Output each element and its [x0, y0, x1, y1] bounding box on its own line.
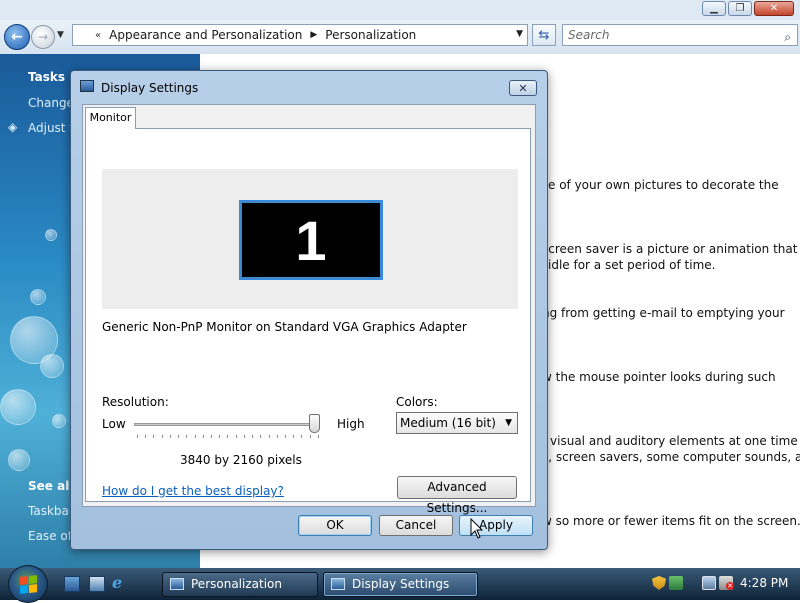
- minimize-button[interactable]: ▁: [702, 1, 726, 16]
- internet-explorer-icon[interactable]: e: [112, 573, 128, 592]
- taskbar: e Personalization Display Settings ✕ 4:2…: [0, 565, 800, 603]
- taskbar-button-label: Display Settings: [352, 577, 450, 591]
- switch-windows-icon[interactable]: [89, 576, 105, 592]
- notification-area: ✕ 4:28 PM: [646, 568, 800, 600]
- advanced-settings-button[interactable]: Advanced Settings...: [397, 476, 517, 515]
- dialog-close-button[interactable]: ✕: [509, 80, 537, 96]
- address-chevron-icon[interactable]: «: [95, 30, 101, 41]
- see-also-taskbar-link[interactable]: Taskbar: [28, 504, 74, 518]
- close-button[interactable]: ✕: [754, 1, 794, 16]
- refresh-icon[interactable]: ⇆: [532, 24, 556, 46]
- personalization-icon: [170, 578, 184, 590]
- breadcrumb-appearance[interactable]: Appearance and Personalization: [109, 28, 302, 42]
- cancel-button[interactable]: Cancel: [379, 515, 453, 536]
- colors-dropdown[interactable]: Medium (16 bit) ▼: [396, 412, 518, 434]
- task-link-adjust[interactable]: Adjust f: [28, 121, 74, 135]
- resolution-value: 3840 by 2160 pixels: [180, 453, 302, 467]
- content-text: w so more or fewer items fit on the scre…: [542, 514, 800, 528]
- window-controls: ▁ ❐ ✕: [702, 1, 794, 16]
- bubble-decoration: [0, 389, 36, 425]
- search-icon[interactable]: ⌕: [784, 27, 791, 47]
- chevron-down-icon: ▼: [505, 418, 512, 428]
- windows-logo-icon: [19, 574, 37, 594]
- bubble-decoration: [8, 449, 30, 471]
- content-text: f visual and auditory elements at one ti…: [542, 434, 798, 448]
- bubble-decoration: [30, 289, 46, 305]
- see-also-ease-link[interactable]: Ease of: [28, 529, 72, 543]
- display-settings-icon: [80, 80, 94, 92]
- shield-icon: ◈: [8, 120, 18, 134]
- mouse-cursor-icon: [470, 518, 484, 539]
- dialog-title: Display Settings: [101, 81, 199, 95]
- resolution-slider-thumb[interactable]: [309, 414, 320, 433]
- tab-monitor[interactable]: Monitor: [85, 107, 136, 129]
- content-text: s, screen savers, some computer sounds, …: [542, 450, 800, 464]
- back-arrow-icon[interactable]: ←: [4, 24, 30, 50]
- address-bar[interactable]: « Appearance and Personalization ▶ Perso…: [72, 24, 528, 46]
- clock[interactable]: 4:28 PM: [740, 576, 788, 590]
- display-settings-icon: [331, 578, 345, 590]
- monitor-arrangement-area: 1: [102, 169, 518, 309]
- history-dropdown-icon[interactable]: ▼: [57, 30, 64, 40]
- colors-dropdown-value: Medium (16 bit): [400, 416, 496, 430]
- explorer-title-bar: ▁ ❐ ✕: [0, 0, 800, 20]
- security-shield-icon[interactable]: [652, 576, 666, 590]
- monitor-name: Generic Non-PnP Monitor on Standard VGA …: [102, 320, 467, 334]
- monitor-1-preview[interactable]: 1: [239, 200, 383, 280]
- best-display-help-link[interactable]: How do I get the best display?: [102, 484, 284, 498]
- address-dropdown-icon[interactable]: ▼: [516, 29, 523, 39]
- resolution-high-label: High: [337, 417, 365, 431]
- content-text: ng from getting e-mail to emptying your: [542, 306, 785, 320]
- search-placeholder: Search: [568, 28, 610, 42]
- search-input[interactable]: Search ⌕: [562, 24, 798, 46]
- content-text: e of your own pictures to decorate the: [548, 178, 779, 192]
- bubble-decoration: [52, 414, 66, 428]
- resolution-slider-track[interactable]: [134, 423, 320, 426]
- taskbar-button-display-settings[interactable]: Display Settings: [323, 572, 478, 597]
- forward-arrow-icon[interactable]: →: [31, 25, 55, 49]
- muted-badge-icon: ✕: [726, 582, 734, 590]
- resolution-low-label: Low: [102, 417, 126, 431]
- windows-flag-icon[interactable]: [669, 576, 683, 590]
- start-button[interactable]: [8, 565, 48, 603]
- resolution-slider-ticks: [137, 435, 319, 438]
- tasks-heading: Tasks: [28, 70, 66, 84]
- resolution-label: Resolution:: [102, 395, 169, 409]
- network-icon[interactable]: [702, 576, 716, 590]
- content-text: idle for a set period of time.: [548, 258, 716, 272]
- content-text: screen saver is a picture or animation t…: [542, 242, 798, 256]
- taskbar-button-label: Personalization: [191, 577, 282, 591]
- show-desktop-icon[interactable]: [64, 576, 80, 592]
- navigation-bar: ← → ▼ « Appearance and Personalization ▶…: [0, 20, 800, 54]
- taskbar-button-personalization[interactable]: Personalization: [162, 572, 318, 597]
- breadcrumb-separator-icon[interactable]: ▶: [310, 30, 317, 40]
- bubble-decoration: [40, 354, 64, 378]
- maximize-button[interactable]: ❐: [728, 1, 752, 16]
- monitor-tab-panel: 1 Generic Non-PnP Monitor on Standard VG…: [85, 128, 531, 515]
- display-settings-dialog: Display Settings ✕ 1 Generic Non-PnP Mon…: [70, 70, 548, 550]
- ok-button[interactable]: OK: [298, 515, 372, 536]
- colors-label: Colors:: [396, 395, 438, 409]
- content-text: w the mouse pointer looks during such: [542, 370, 776, 384]
- task-link-change[interactable]: Change: [28, 96, 74, 110]
- breadcrumb-personalization[interactable]: Personalization: [325, 28, 416, 42]
- dialog-body: 1 Generic Non-PnP Monitor on Standard VG…: [82, 104, 536, 515]
- bubble-decoration: [45, 229, 57, 241]
